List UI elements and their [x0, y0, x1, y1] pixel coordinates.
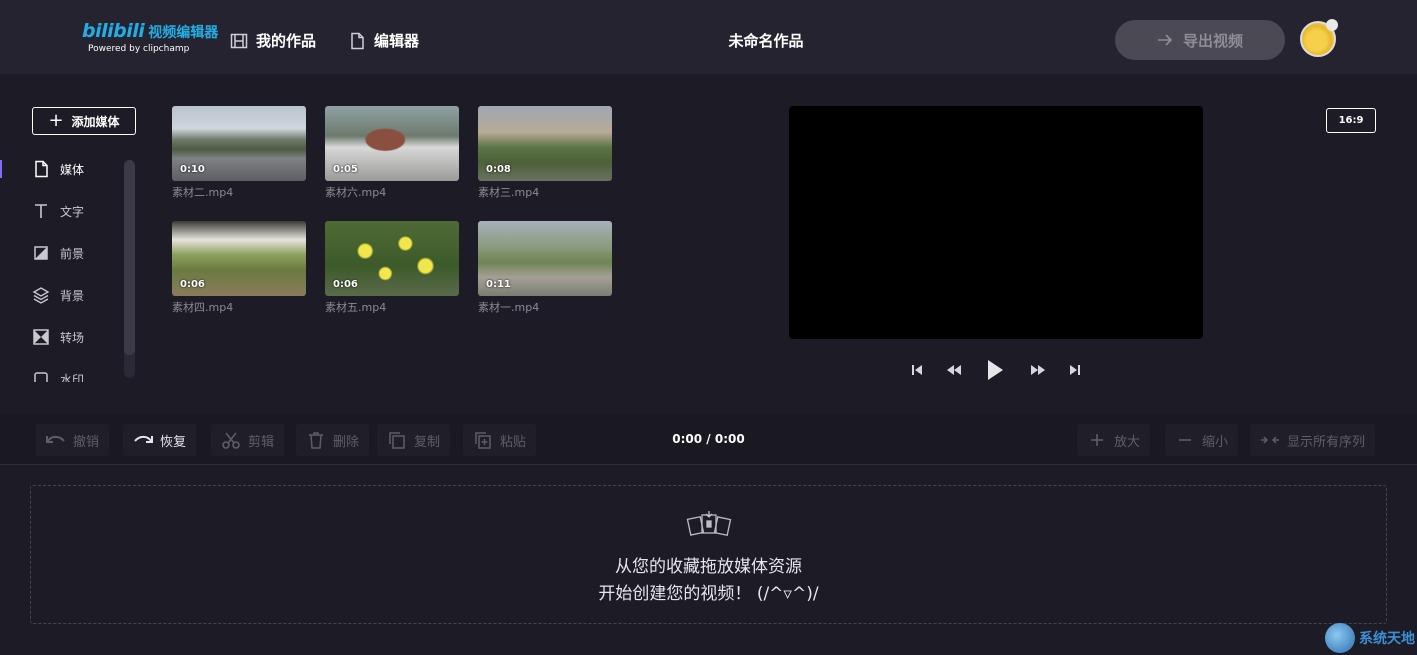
clip-thumbnail[interactable]: 0:10 [172, 106, 306, 181]
arrow-right-icon [1157, 34, 1173, 46]
sidebar-item-watermark[interactable]: 水印 [32, 370, 84, 382]
media-cards-icon [686, 511, 732, 537]
clip-name: 素材六.mp4 [325, 186, 387, 199]
sidebar-scrollbar-thumb[interactable] [124, 160, 135, 355]
skip-to-end-button[interactable] [1066, 358, 1084, 382]
clip-duration: 0:08 [486, 164, 511, 175]
dropzone-text-line2: 开始创建您的视频！ (/^▿^)/ [598, 584, 819, 604]
watermark-text: 系统天地 [1359, 631, 1415, 647]
media-clip[interactable]: 0:10 素材二.mp4 [172, 106, 306, 200]
sidebar-item-foreground[interactable]: 前景 [32, 244, 84, 262]
media-clip[interactable]: 0:05 素材六.mp4 [325, 106, 459, 200]
skip-back-icon [912, 365, 922, 375]
sidebar-item-background[interactable]: 背景 [32, 286, 84, 304]
add-media-label: 添加媒体 [71, 114, 120, 129]
site-watermark: 系统天地 [1325, 623, 1415, 653]
clip-name: 素材一.mp4 [478, 301, 540, 314]
clip-duration: 0:11 [486, 279, 511, 290]
fast-forward-icon [1031, 365, 1045, 375]
skip-to-start-button[interactable] [908, 358, 926, 382]
sidebar-item-label: 前景 [60, 246, 85, 261]
sidebar-nav: 媒体 文字 前景 背景 转场 水印 [0, 150, 120, 382]
clip-duration: 0:10 [180, 164, 205, 175]
clip-duration: 0:06 [180, 279, 205, 290]
play-button[interactable] [983, 358, 1007, 382]
video-preview[interactable] [789, 106, 1203, 339]
foreground-icon [34, 246, 48, 260]
media-clip[interactable]: 0:06 素材四.mp4 [172, 221, 306, 315]
fast-forward-button[interactable] [1028, 358, 1048, 382]
dropzone-text-line1: 从您的收藏拖放媒体资源 [615, 557, 802, 577]
transition-icon [33, 329, 49, 345]
sidebar-item-label: 水印 [60, 372, 85, 383]
sidebar-item-text[interactable]: 文字 [32, 202, 84, 220]
clip-thumbnail[interactable]: 0:05 [325, 106, 459, 181]
clip-thumbnail[interactable]: 0:08 [478, 106, 612, 181]
watermark-icon [34, 372, 48, 382]
rewind-button[interactable] [944, 358, 964, 382]
add-media-button[interactable]: + 添加媒体 [32, 107, 136, 135]
play-icon [988, 360, 1003, 380]
clip-duration: 0:05 [333, 164, 358, 175]
export-video-button[interactable]: 导出视频 [1115, 20, 1285, 60]
plus-icon: + [48, 110, 64, 131]
sidebar-item-label: 文字 [60, 204, 85, 219]
sidebar-item-label: 转场 [60, 330, 85, 345]
clip-name: 素材二.mp4 [172, 186, 234, 199]
media-clip[interactable]: 0:11 素材一.mp4 [478, 221, 612, 315]
file-icon [35, 160, 48, 178]
text-icon [35, 204, 47, 218]
layers-icon [32, 287, 50, 304]
rewind-icon [947, 365, 961, 375]
app-header: bilibili 视频编辑器 Powered by clipchamp 我的作品… [0, 0, 1417, 74]
clip-name: 素材三.mp4 [478, 186, 540, 199]
media-clip[interactable]: 0:08 素材三.mp4 [478, 106, 612, 200]
aspect-ratio-button[interactable]: 16:9 [1326, 108, 1376, 133]
skip-forward-icon [1070, 365, 1080, 375]
avatar[interactable] [1300, 19, 1338, 57]
sidebar-item-media[interactable]: 媒体 [32, 160, 84, 178]
clip-duration: 0:06 [333, 279, 358, 290]
clip-name: 素材四.mp4 [172, 301, 234, 314]
clip-thumbnail[interactable]: 0:06 [172, 221, 306, 296]
sidebar-item-label: 背景 [60, 288, 85, 303]
clip-thumbnail[interactable]: 0:06 [325, 221, 459, 296]
sidebar-item-label: 媒体 [60, 162, 85, 177]
media-clip[interactable]: 0:06 素材五.mp4 [325, 221, 459, 315]
globe-icon [1325, 623, 1355, 653]
timecode: 0:00 / 0:00 [672, 432, 745, 446]
sidebar-item-transition[interactable]: 转场 [32, 328, 84, 346]
export-label: 导出视频 [1182, 31, 1243, 50]
clip-thumbnail[interactable]: 0:11 [478, 221, 612, 296]
clip-name: 素材五.mp4 [325, 301, 387, 314]
